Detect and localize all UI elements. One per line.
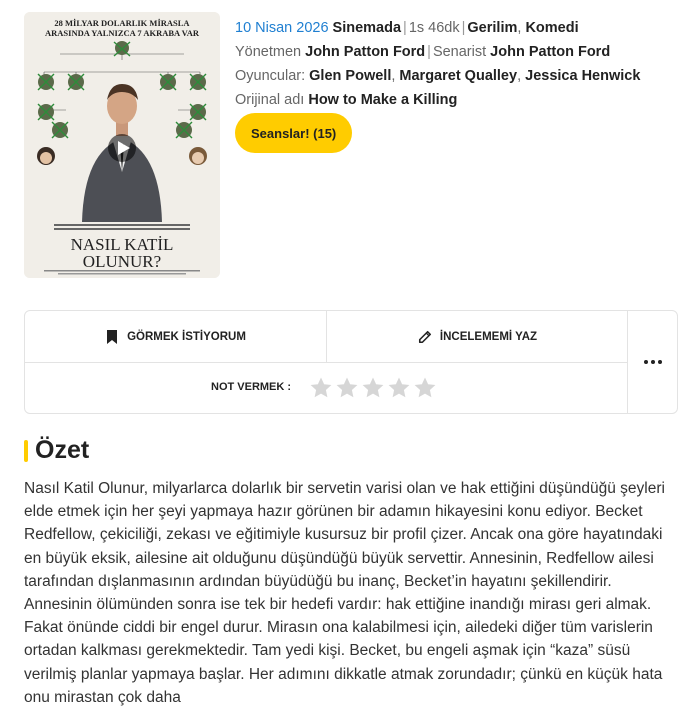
- poster-tagline-1: 28 MİLYAR DOLARLIK MİRASLA: [54, 18, 190, 28]
- movie-meta: 10 Nisan 2026 Sinemada | 1s 46dk | Gerilim, …: [235, 16, 675, 112]
- poster-art: 28 MİLYAR DOLARLIK MİRASLA ARASINDA YALN…: [24, 12, 220, 278]
- cast-link-2[interactable]: Margaret Qualley: [399, 68, 517, 84]
- rating-star-3-icon[interactable]: [361, 375, 385, 401]
- genre-link-1[interactable]: Gerilim: [467, 20, 517, 36]
- action-buttons-row: GÖRMEK İSTİYORUM İNCELEMEMİ YAZ: [25, 311, 628, 363]
- movie-poster[interactable]: 28 MİLYAR DOLARLIK MİRASLA ARASINDA YALN…: [24, 12, 220, 278]
- genre-link-2[interactable]: Komedi: [525, 20, 578, 36]
- cast-label: Oyuncular:: [235, 68, 306, 84]
- venue-link[interactable]: Sinemada: [333, 20, 402, 36]
- rating-stars: [309, 375, 437, 401]
- watchlist-label: GÖRMEK İSTİYORUM: [127, 330, 246, 343]
- summary-header: Özet: [24, 436, 89, 465]
- original-title-row: Orijinal adı How to Make a Killing: [235, 88, 675, 112]
- more-options-button[interactable]: [627, 311, 677, 413]
- rating-label: NOT VERMEK :: [211, 381, 292, 393]
- rating-star-4-icon[interactable]: [387, 375, 411, 401]
- poster-tagline-2: ARASINDA YALNIZCA 7 AKRABA VAR: [45, 28, 200, 38]
- summary-text: Nasıl Katil Olunur, milyarlarca dolarlık…: [24, 480, 665, 706]
- write-review-button[interactable]: İNCELEMEMİ YAZ: [326, 311, 628, 362]
- more-dots-icon: [643, 360, 648, 364]
- rating-star-5-icon[interactable]: [413, 375, 437, 401]
- release-date-link[interactable]: 10 Nisan 2026: [235, 20, 329, 36]
- original-title-label: Orijinal adı: [235, 92, 305, 108]
- crew-row: Yönetmen John Patton Ford | Senarist John …: [235, 44, 611, 60]
- sessions-button[interactable]: Seanslar! (15): [235, 113, 353, 153]
- rating-star-2-icon[interactable]: [335, 375, 359, 401]
- cast-link-1[interactable]: Glen Powell: [309, 68, 391, 84]
- director-link[interactable]: John Patton Ford: [305, 44, 425, 60]
- writer-label: Senarist: [432, 44, 487, 60]
- rating-star-1-icon[interactable]: [309, 375, 333, 401]
- write-review-label: İNCELEMEMİ YAZ: [439, 330, 538, 343]
- bookmark-icon: [107, 329, 118, 344]
- rating-row: NOT VERMEK :: [25, 363, 628, 415]
- original-title: How to Make a Killing: [308, 92, 458, 108]
- writer-link[interactable]: John Patton Ford: [490, 44, 610, 60]
- poster-title-2: OLUNUR?: [83, 252, 161, 271]
- cast-link-3[interactable]: Jessica Henwick: [525, 68, 640, 84]
- director-label: Yönetmen: [235, 44, 302, 60]
- duration: 1s 46dk: [408, 20, 460, 36]
- summary-accent-bar: [24, 439, 28, 462]
- summary-title: Özet: [35, 436, 90, 464]
- user-actions-box: GÖRMEK İSTİYORUM İNCELEMEMİ YAZ NOT VERM…: [24, 310, 678, 414]
- pencil-icon: [418, 330, 431, 343]
- cast-row: Oyuncular: Glen Powell, Margaret Qualley…: [235, 68, 641, 84]
- watchlist-button[interactable]: GÖRMEK İSTİYORUM: [25, 311, 326, 362]
- release-row: 10 Nisan 2026 Sinemada | 1s 46dk | Gerilim, …: [235, 20, 579, 36]
